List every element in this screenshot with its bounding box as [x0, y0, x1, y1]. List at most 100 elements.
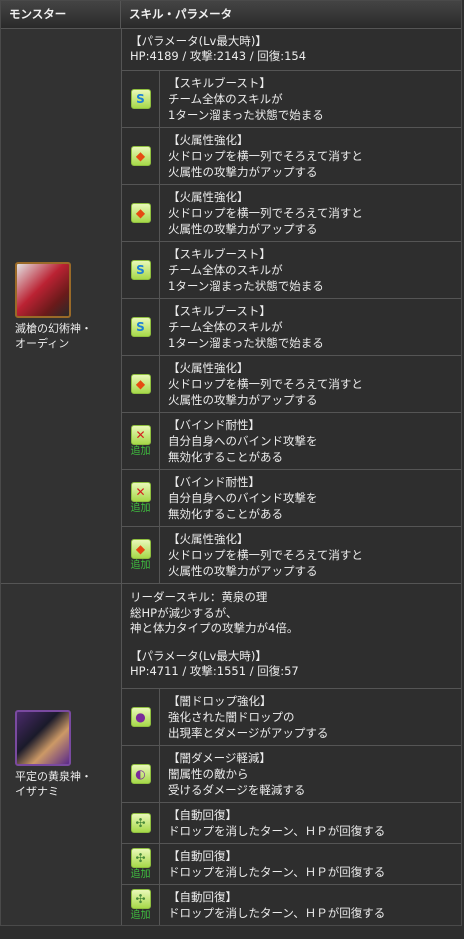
table-header: モンスター スキル・パラメータ	[1, 1, 461, 29]
dark-drop-enhance-icon[interactable]: ●	[130, 706, 151, 727]
parameter-title: 【パラメータ(Lv最大時)】	[130, 34, 267, 48]
awakening-title: 【スキルブースト】	[168, 304, 271, 318]
awakening-row: S 【スキルブースト】 チーム全体のスキルが 1ターン溜まった状態で始まる	[122, 71, 461, 128]
awakening-row: ✣ 追加 【自動回復】 ドロップを消したターン、ＨＰが回復する	[122, 843, 461, 885]
awakening-desc: 火属性の攻撃力がアップする	[168, 393, 318, 407]
monster-name[interactable]: 滅槍の幻術神・ オーディン	[15, 321, 92, 351]
leader-skill-desc: 総HPが減少するが、	[130, 605, 238, 620]
awakening-icon-cell: ◆ 追加	[122, 527, 160, 583]
awakening-row: ◆ 追加 【火属性強化】 火ドロップを横一列でそろえて消すと 火属性の攻撃力がアップする	[122, 527, 461, 583]
awakening-list: ● 【闇ドロップ強化】 強化された闇ドロップの 出現率とダメージがアップする ◐ 【闇ダメ…	[122, 688, 461, 925]
awakening-row: ✕ 追加 【バインド耐性】 自分自身へのバインド攻撃を 無効化することがある	[122, 413, 461, 470]
awakening-title: 【火属性強化】	[168, 361, 249, 375]
awakening-icon-cell: ✣	[122, 802, 160, 843]
awakening-desc: 受けるダメージを軽減する	[168, 782, 306, 797]
awakening-text: 【自動回復】 ドロップを消したターン、ＨＰが回復する	[160, 803, 461, 843]
awakening-title: 【自動回復】	[168, 848, 237, 863]
added-awakening-label: 追加	[130, 560, 151, 571]
awakening-desc: 火ドロップを横一列でそろえて消すと	[168, 548, 363, 562]
awakening-text: 【スキルブースト】 チーム全体のスキルが 1ターン溜まった状態で始まる	[160, 299, 461, 355]
awakening-desc: ドロップを消したターン、ＨＰが回復する	[168, 905, 386, 920]
awakening-title: 【スキルブースト】	[168, 247, 271, 261]
added-awakening-label: 追加	[130, 868, 151, 880]
bind-resist-icon[interactable]: ✕	[130, 425, 151, 445]
awakening-desc: 火ドロップを横一列でそろえて消すと	[168, 149, 363, 163]
added-awakening-label: 追加	[130, 503, 151, 514]
awakening-icon-cell: ✣ 追加	[122, 884, 160, 925]
parameter-block: 【パラメータ(Lv最大時)】 HP:4189 / 攻撃:2143 / 回復:15…	[122, 29, 461, 71]
awakening-desc: 1ターン溜まった状態で始まる	[168, 336, 324, 350]
awakening-desc: 1ターン溜まった状態で始まる	[168, 279, 324, 293]
parameter-values: HP:4189 / 攻撃:2143 / 回復:154	[130, 49, 307, 63]
leader-skill-title: リーダースキル：黄泉の理	[130, 590, 268, 604]
added-awakening-label: 追加	[130, 909, 151, 921]
awakening-icon-cell: ✕ 追加	[122, 413, 160, 469]
awakening-icon-cell: ✕ 追加	[122, 470, 160, 526]
awakening-title: 【バインド耐性】	[168, 475, 260, 489]
awakening-desc: 火属性の攻撃力がアップする	[168, 564, 318, 578]
auto-recover-icon[interactable]: ✣	[130, 888, 151, 909]
added-awakening-label: 追加	[130, 446, 151, 457]
awakening-icon-cell: ◐	[122, 745, 160, 802]
awakening-row: ◆ 【火属性強化】 火ドロップを横一列でそろえて消すと 火属性の攻撃力がアップする	[122, 185, 461, 242]
awakening-desc: ドロップを消したターン、ＨＰが回復する	[168, 823, 386, 838]
awakening-text: 【火属性強化】 火ドロップを横一列でそろえて消すと 火属性の攻撃力がアップする	[160, 128, 461, 184]
awakening-text: 【自動回復】 ドロップを消したターン、ＨＰが回復する	[160, 885, 461, 925]
monster-portrait[interactable]	[15, 709, 71, 766]
awakening-desc: 無効化することがある	[168, 450, 283, 464]
awakening-desc: 闇属性の敵から	[168, 766, 249, 781]
awakening-row: ◐ 【闇ダメージ軽減】 闇属性の敵から 受けるダメージを軽減する	[122, 745, 461, 803]
awakening-text: 【スキルブースト】 チーム全体のスキルが 1ターン溜まった状態で始まる	[160, 71, 461, 127]
fire-enhance-icon[interactable]: ◆	[130, 539, 151, 559]
awakening-desc: 火属性の攻撃力がアップする	[168, 165, 318, 179]
awakening-desc: 火ドロップを横一列でそろえて消すと	[168, 206, 363, 220]
auto-recover-icon[interactable]: ✣	[130, 847, 151, 868]
leader-skill-desc: 神と体力タイプの攻撃力が4倍。	[130, 621, 299, 635]
awakening-icon-cell: S	[122, 242, 160, 298]
skill-boost-icon[interactable]: S	[130, 89, 151, 109]
awakening-text: 【スキルブースト】 チーム全体のスキルが 1ターン溜まった状態で始まる	[160, 242, 461, 298]
fire-enhance-icon[interactable]: ◆	[130, 374, 151, 394]
awakening-desc: 出現率とダメージがアップする	[168, 725, 329, 740]
leader-skill-block: リーダースキル：黄泉の理 総HPが減少するが、 神と体力タイプの攻撃力が4倍。 …	[122, 584, 461, 689]
awakening-icon-cell: ◆	[122, 185, 160, 241]
awakening-icon-cell: ◆	[122, 356, 160, 412]
parameter-title: 【パラメータ(Lv最大時)】	[130, 648, 267, 663]
monster-name[interactable]: 平定の黄泉神・ イザナミ	[15, 769, 92, 799]
fire-enhance-icon[interactable]: ◆	[130, 146, 151, 166]
awakening-title: 【火属性強化】	[168, 532, 249, 546]
awakening-desc: 火ドロップを横一列でそろえて消すと	[168, 377, 363, 391]
auto-recover-icon[interactable]: ✣	[130, 812, 151, 833]
awakening-desc: 1ターン溜まった状態で始まる	[168, 108, 324, 122]
awakening-row: ◆ 【火属性強化】火ドロップを横一列でそろえて消すと 火属性の攻撃力がアップする	[122, 356, 461, 413]
bind-resist-icon[interactable]: ✕	[130, 482, 151, 502]
awakening-row: ● 【闇ドロップ強化】 強化された闇ドロップの 出現率とダメージがアップする	[122, 688, 461, 746]
awakening-text: 【バインド耐性】 自分自身へのバインド攻撃を 無効化することがある	[160, 470, 461, 526]
awakening-desc: 火属性の攻撃力がアップする	[168, 222, 318, 236]
awakening-row: ◆ 【火属性強化】 火ドロップを横一列でそろえて消すと 火属性の攻撃力がアップする	[122, 128, 461, 185]
awakening-desc: チーム全体のスキルが	[168, 320, 283, 334]
skill-column: リーダースキル：黄泉の理 総HPが減少するが、 神と体力タイプの攻撃力が4倍。 …	[122, 584, 461, 925]
dark-damage-reduce-icon[interactable]: ◐	[130, 763, 151, 784]
header-monster: モンスター	[1, 1, 121, 28]
skill-boost-icon[interactable]: S	[130, 317, 151, 337]
awakening-row: ✣ 追加 【自動回復】 ドロップを消したターン、ＨＰが回復する	[122, 884, 461, 925]
awakening-row: ✕ 追加 【バインド耐性】 自分自身へのバインド攻撃を 無効化することがある	[122, 470, 461, 527]
awakening-text: 【火属性強化】 火ドロップを横一列でそろえて消すと 火属性の攻撃力がアップする	[160, 185, 461, 241]
awakening-icon-cell: ●	[122, 688, 160, 745]
awakening-desc: 自分自身へのバインド攻撃を	[168, 434, 318, 448]
awakening-icon-cell: ✣ 追加	[122, 843, 160, 884]
skill-column: 【パラメータ(Lv最大時)】 HP:4189 / 攻撃:2143 / 回復:15…	[122, 29, 461, 583]
skill-boost-icon[interactable]: S	[130, 260, 151, 280]
awakening-text: 【火属性強化】火ドロップを横一列でそろえて消すと 火属性の攻撃力がアップする	[160, 527, 461, 583]
header-skill-params: スキル・パラメータ	[129, 7, 233, 21]
awakening-list: S 【スキルブースト】 チーム全体のスキルが 1ターン溜まった状態で始まる ◆ 【火属性強…	[122, 71, 461, 583]
awakening-title: 【闇ダメージ軽減】	[168, 750, 271, 765]
monster-portrait[interactable]	[15, 261, 71, 318]
awakening-desc: 自分自身へのバインド攻撃を	[168, 491, 318, 505]
awakening-title: 【自動回復】	[168, 807, 237, 822]
awakening-row: S 【スキルブースト】 チーム全体のスキルが 1ターン溜まった状態で始まる	[122, 299, 461, 356]
awakening-row: S 【スキルブースト】 チーム全体のスキルが 1ターン溜まった状態で始まる	[122, 242, 461, 299]
awakening-desc: チーム全体のスキルが	[168, 92, 283, 106]
fire-enhance-icon[interactable]: ◆	[130, 203, 151, 223]
